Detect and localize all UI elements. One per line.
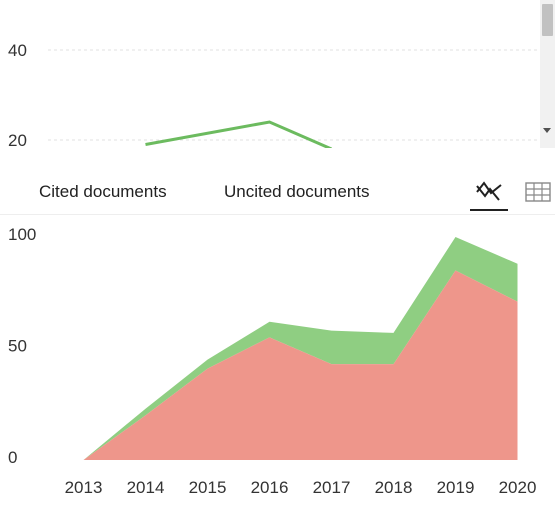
table-grid-icon	[525, 182, 551, 202]
table-view-button[interactable]	[519, 174, 555, 210]
y-tick-label: 100	[8, 225, 36, 244]
x-tick-label: 2018	[375, 478, 413, 497]
x-tick-label: 2020	[499, 478, 537, 497]
top-line-chart: 2040	[8, 41, 538, 148]
scroll-down-arrow-icon[interactable]	[543, 128, 551, 133]
stacked-area-chart: 0 50 100 2013 2014 2015 2016 2017 2018 2019 2020	[8, 225, 537, 497]
chart-view-button[interactable]	[470, 174, 508, 211]
y-tick-label: 20	[8, 131, 27, 148]
series-line	[145, 120, 333, 148]
y-tick-label: 50	[8, 337, 27, 356]
line-chart-icon	[476, 180, 502, 201]
tab-cited-documents[interactable]: Cited documents	[39, 182, 167, 202]
chart-tabs-bar: Cited documents Uncited documents	[0, 172, 555, 215]
x-tick-label: 2015	[189, 478, 227, 497]
x-tick-label: 2019	[437, 478, 475, 497]
x-tick-label: 2017	[313, 478, 351, 497]
x-tick-label: 2013	[65, 478, 103, 497]
top-chart-panel: 20 40	[0, 0, 540, 148]
y-tick-label: 40	[8, 41, 27, 60]
x-tick-label: 2014	[127, 478, 165, 497]
scrollbar-thumb[interactable]	[542, 4, 553, 36]
main-chart-panel: 0 50 100 2013 2014 2015 2016 2017 2018 2019 2020	[0, 218, 555, 506]
x-tick-label: 2016	[251, 478, 289, 497]
cited-documents-area	[83, 270, 518, 460]
vertical-scrollbar[interactable]	[540, 0, 555, 148]
tab-uncited-documents[interactable]: Uncited documents	[224, 182, 370, 202]
y-tick-label: 0	[8, 448, 17, 467]
